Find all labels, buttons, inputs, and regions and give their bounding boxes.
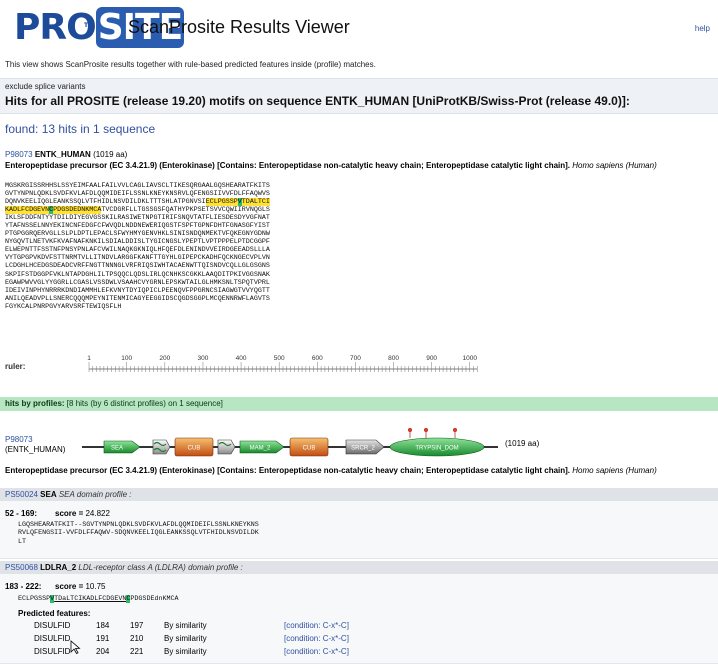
feature-row: DISULFID 191 210 By similarity [conditio… <box>34 634 349 643</box>
mouse-cursor-icon <box>70 640 81 654</box>
active-site-marks <box>407 428 457 438</box>
entry-length: (1019 aa) <box>93 150 128 159</box>
ruler-tick-label: 200 <box>159 355 170 362</box>
hits-title: Hits for all PROSITE (release 19.20) mot… <box>5 94 630 108</box>
domain-label-sea: SEA <box>111 446 123 452</box>
domain-ldlra[interactable] <box>152 439 171 455</box>
ruler-label: ruler: <box>5 362 26 371</box>
condition-link[interactable]: [condition: C-x*-C] <box>284 647 349 656</box>
entry-accession-link[interactable]: P98073 <box>5 150 33 159</box>
ruler-tick-label: 100 <box>121 355 132 362</box>
protein-sequence: MGSKRGISSRHHSLSSYEIMFAALFAILVVLCAGLIAVSC… <box>5 182 270 311</box>
domain-diagram: SEA CUB MAM_2 CUB SRCR_2 TRYPSIN_DOM <box>82 428 498 457</box>
domain-label-mam: MAM_2 <box>250 446 271 452</box>
ruler-tick-label: 800 <box>388 355 399 362</box>
hit-header-sea: PS50024 SEA SEA domain profile : <box>0 488 718 501</box>
ruler-tick-label: 900 <box>426 355 437 362</box>
score-ldlra: score = 10.75 <box>55 582 106 591</box>
entry-header: P98073 ENTK_HUMAN (1019 aa) Enteropeptid… <box>5 149 657 171</box>
help-link[interactable]: help <box>695 24 710 33</box>
exclude-splice-variants-link[interactable]: exclude splice variants <box>5 82 85 91</box>
hit-accession-link-sea[interactable]: PS50024 <box>5 490 38 499</box>
entry-description: Enteropeptidase precursor (EC 3.4.21.9) … <box>5 161 571 170</box>
ruler-tick-label: 500 <box>274 355 285 362</box>
app-title: ScanProsite Results Viewer <box>128 17 350 37</box>
ruler-tick-label: 1000 <box>463 355 478 362</box>
seq-hit-highlight: ECLPGSSP <box>205 198 238 207</box>
alignment-sea: LGQSHEARATFKIT--SGVTYNPNLQDKLSVDFKVLAFDL… <box>18 521 259 546</box>
predicted-features-title: Predicted features: <box>18 609 91 618</box>
diagram-length: (1019 aa) <box>505 439 540 448</box>
entry-organism: Homo sapiens (Human) <box>572 161 657 170</box>
feature-row: DISULFID 184 197 By similarity [conditio… <box>34 621 349 630</box>
hit-header-ldlra: PS50068 LDLRA_2 LDL-receptor class A (LD… <box>0 561 718 574</box>
hit-body-sea: 52 - 169: score = 24.822 LGQSHEARATFKIT-… <box>0 501 718 559</box>
hits-title-bar: exclude splice variants Hits for all PRO… <box>0 78 718 114</box>
domain-ldlra-2[interactable] <box>217 439 236 455</box>
domain-label-cub-1: CUB <box>188 446 201 452</box>
profiles-bar: hits by profiles: [8 hits (by 6 distinct… <box>0 397 718 411</box>
condition-link[interactable]: [condition: C-x*-C] <box>284 621 349 630</box>
diagram-description: Enteropeptidase precursor (EC 3.4.21.9) … <box>5 466 657 475</box>
ruler-tick-label: 700 <box>350 355 361 362</box>
feature-row: DISULFID 204 221 By similarity [conditio… <box>34 647 349 656</box>
hit-accession-link-ldlra[interactable]: PS50068 <box>5 563 38 572</box>
found-summary: found: 13 hits in 1 sequence <box>5 122 156 136</box>
domain-label-srcr: SRCR_2 <box>351 446 375 452</box>
header: PROSITE TM ScanProsite Results Viewer he… <box>0 0 718 56</box>
ruler-tick-label: 300 <box>198 355 209 362</box>
alignment-ldlra: ECLPGSSPVTDaLTCIKADLFCDGEVNCPDGSDEdnKMCA <box>18 595 179 603</box>
intro-text: This view shows ScanProsite results toge… <box>5 60 376 69</box>
domain-label-cub-2: CUB <box>303 446 316 452</box>
entry-id: ENTK_HUMAN <box>34 150 91 159</box>
condition-link[interactable]: [condition: C-x*-C] <box>284 634 349 643</box>
diagram-accession-link[interactable]: P98073 <box>5 435 33 444</box>
ruler-tick-label: 400 <box>236 355 247 362</box>
domain-label-trypsin: TRYPSIN_DOM <box>415 446 458 452</box>
diagram-entry: P98073 (ENTK_HUMAN) <box>5 435 66 454</box>
ruler-tick-label: 600 <box>312 355 323 362</box>
score-sea: score = 24.822 <box>55 509 110 518</box>
sequence-ruler: 1 100 200 300 400 500 600 700 800 900 1000 <box>87 355 478 372</box>
ruler-tick-label: 1 <box>87 355 91 362</box>
